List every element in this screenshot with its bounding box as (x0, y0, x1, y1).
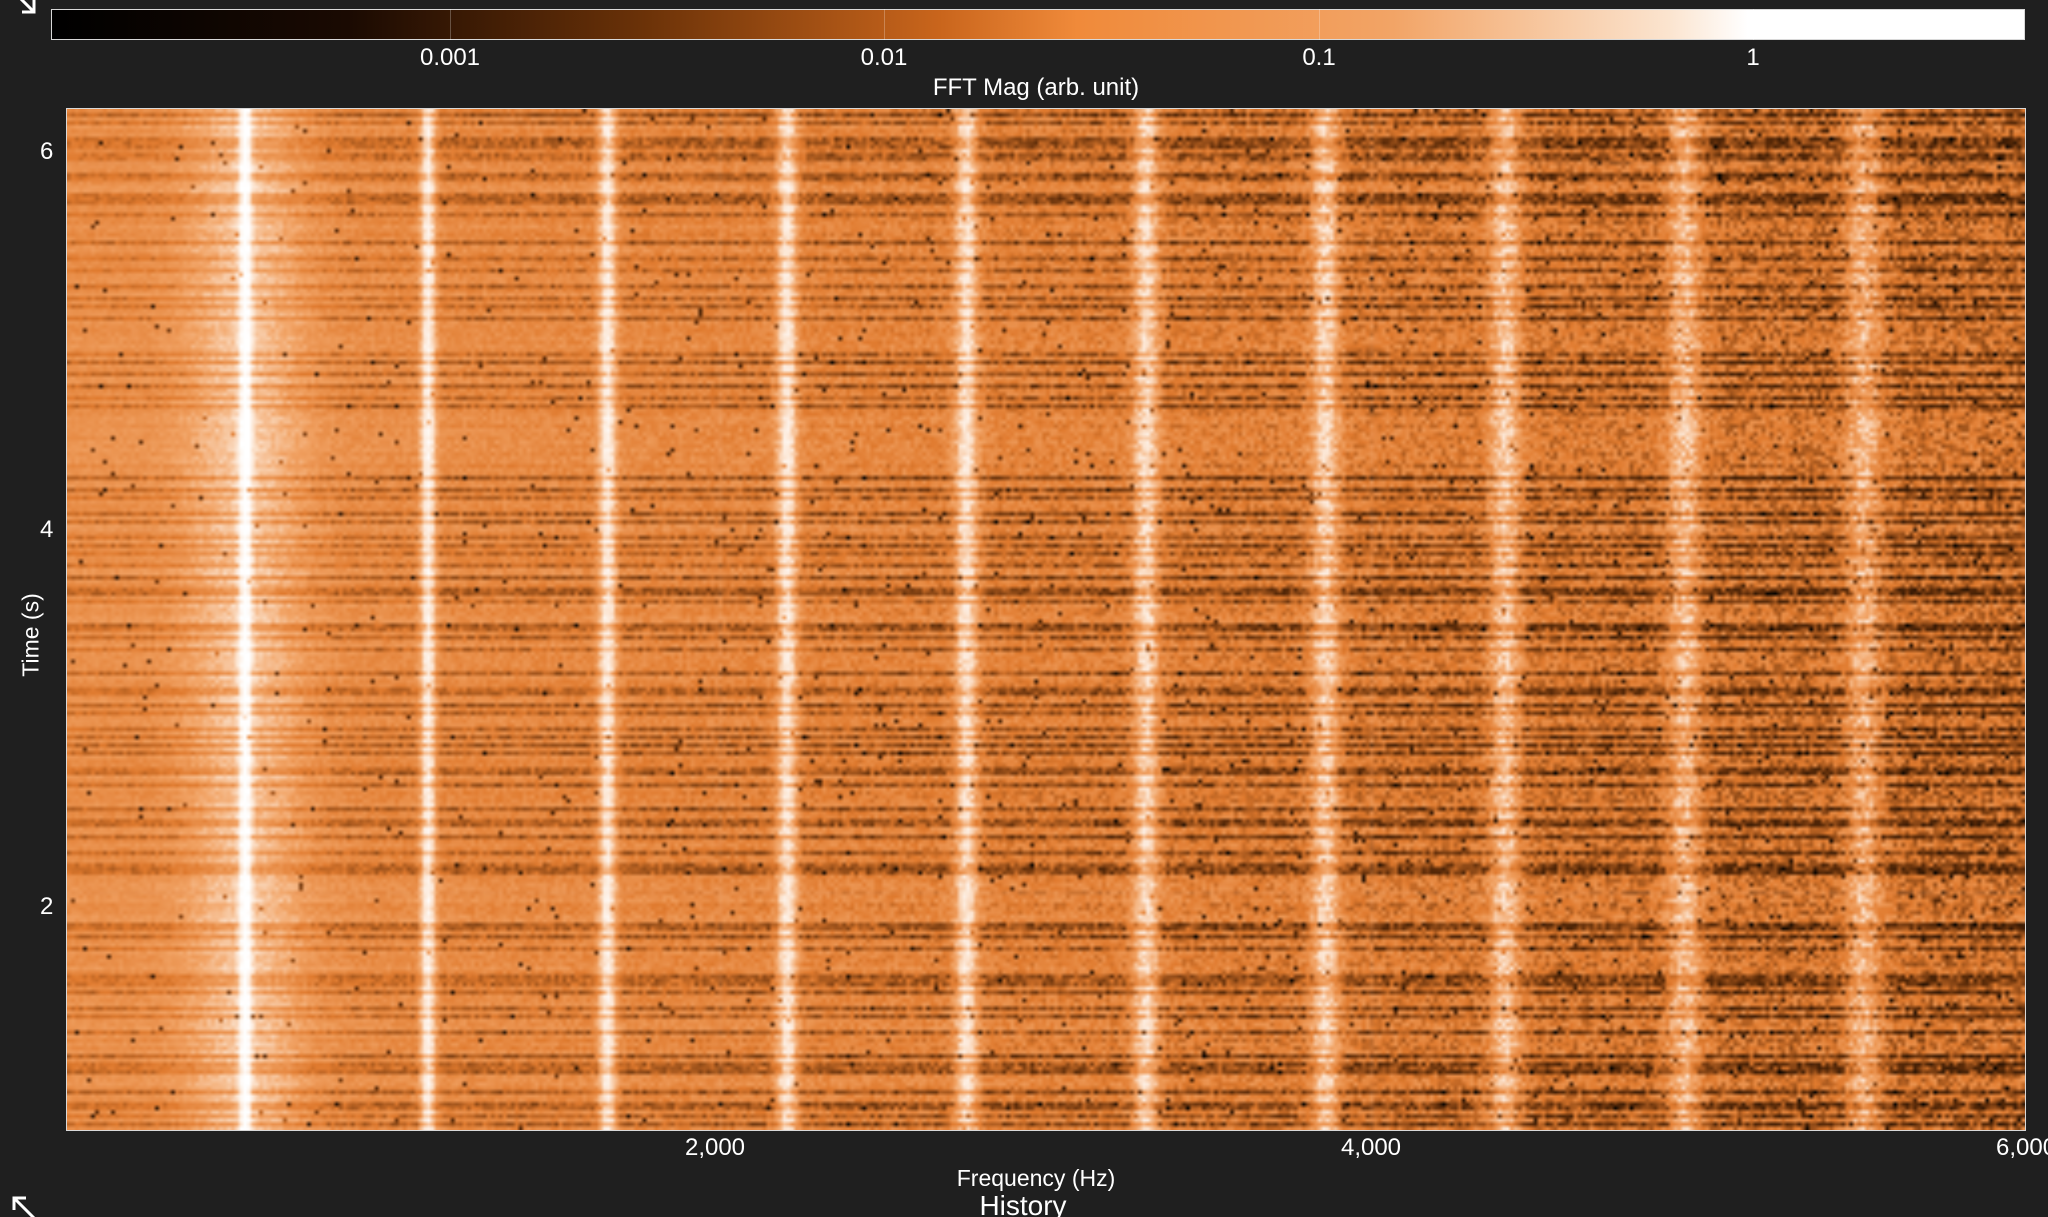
colorbar-title: FFT Mag (arb. unit) (932, 74, 1140, 101)
y-tick-label: 4 (40, 516, 54, 543)
colorbar-tick-label: 0.01 (860, 44, 908, 71)
x-tick-label: 2,000 (684, 1134, 746, 1161)
colorbar-tick-label: 0.001 (419, 44, 481, 71)
colorbar-tick-label: 1 (1746, 44, 1760, 71)
colorbar-tick-mark (1753, 9, 1754, 40)
colorbar-tick-mark (884, 9, 885, 40)
colorbar (51, 9, 2025, 40)
x-tick-label: 4,000 (1340, 1134, 1402, 1161)
spectrogram-heatmap[interactable] (67, 109, 2025, 1130)
y-axis-title: Time (s) (17, 593, 44, 677)
spectrogram-plot[interactable] (66, 108, 2026, 1131)
y-tick-label: 2 (40, 893, 54, 920)
history-panel: 0.001 0.01 0.1 1 FFT Mag (arb. unit) Tim… (0, 0, 2048, 1217)
x-tick-label: 6,000 (1996, 1134, 2048, 1161)
colorbar-tick-mark (1319, 9, 1320, 40)
colorbar-tick-mark (450, 9, 451, 40)
collapse-arrow-icon[interactable] (8, 0, 42, 20)
panel-title: History (979, 1190, 1067, 1217)
y-tick-label: 6 (40, 138, 54, 165)
x-axis-title: Frequency (Hz) (956, 1165, 1116, 1191)
expand-arrow-icon[interactable] (8, 1192, 42, 1217)
colorbar-tick-label: 0.1 (1302, 44, 1336, 71)
